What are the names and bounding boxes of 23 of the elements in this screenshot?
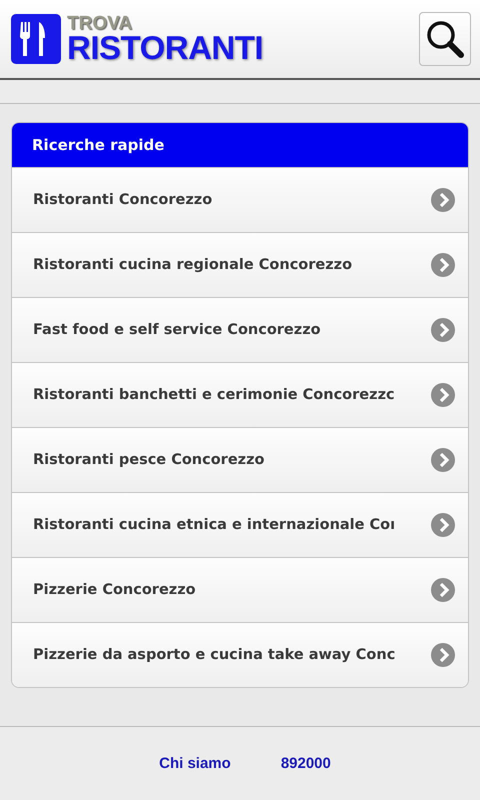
search-list-item[interactable]: Fast food e self service Concorezzo	[12, 297, 468, 362]
chevron-icon	[431, 383, 455, 407]
chevron-icon	[431, 318, 455, 342]
logo-title: RISTORANTI	[67, 31, 264, 64]
search-list-item[interactable]: Pizzerie da asporto e cucina take away Conc	[12, 622, 468, 687]
search-list-item[interactable]: Ristoranti pesce Concorezzo	[12, 427, 468, 492]
logo-subtitle: TROVA	[67, 14, 134, 33]
cutlery-icon	[11, 14, 61, 64]
chevron-icon	[431, 188, 455, 212]
search-list-item[interactable]: Ristoranti banchetti e cerimonie Concorezzc	[12, 362, 468, 427]
chevron-icon	[431, 643, 455, 667]
card-title: Ricerche rapide	[12, 123, 468, 167]
footer-link[interactable]: Chi siamo	[159, 755, 231, 772]
search-list-item[interactable]: Ristoranti Concorezzo	[12, 167, 468, 232]
chevron-icon	[431, 578, 455, 602]
search-list-item[interactable]: Pizzerie Concorezzo	[12, 557, 468, 622]
search-list-item[interactable]: Ristoranti cucina regionale Concorezzo	[12, 232, 468, 297]
chevron-icon	[431, 513, 455, 537]
chevron-icon	[431, 253, 455, 277]
footer-link[interactable]: 892000	[280, 755, 331, 772]
search-list-item[interactable]: Ristoranti cucina etnica e internazionale Coı	[12, 492, 468, 557]
search-button[interactable]	[419, 12, 471, 66]
chevron-icon	[431, 448, 455, 472]
